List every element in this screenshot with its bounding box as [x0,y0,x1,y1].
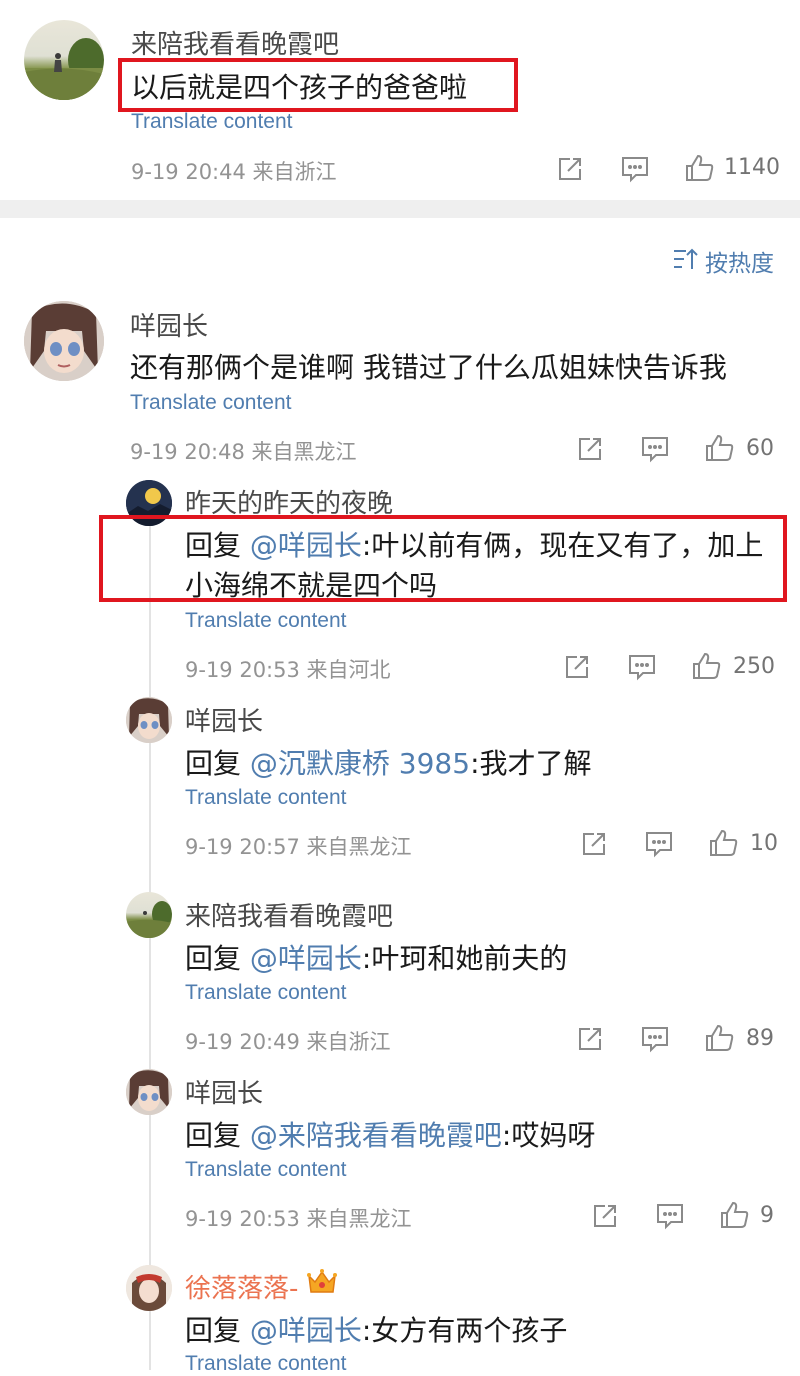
like-icon[interactable] [704,1022,736,1054]
like-icon[interactable] [684,152,716,184]
avatar-anime-icon [126,697,172,743]
crown-icon [306,1266,338,1300]
avatar-landscape-icon [126,901,172,938]
like-icon[interactable] [691,650,723,682]
reply-text: 回复 @咩园长:叶珂和她前夫的 [185,937,567,977]
reply-body: :哎妈呀 [501,1119,596,1152]
like-icon[interactable] [719,1199,751,1231]
reply-author[interactable]: 咩园长 [185,701,263,738]
comment-icon[interactable] [640,1025,670,1053]
share-icon[interactable] [591,1202,619,1230]
reply-prefix: 回复 [185,942,250,975]
comment-icon[interactable] [640,435,670,463]
comment-icon[interactable] [644,830,674,858]
like-count: 10 [750,831,778,856]
translate-link[interactable]: Translate content [185,1158,346,1182]
like-icon[interactable] [704,432,736,464]
comment-author[interactable]: 咩园长 [130,306,208,343]
translate-link[interactable]: Translate content [185,786,346,810]
comment-icon[interactable] [627,653,657,681]
reply-body: :我才了解 [470,747,592,780]
reply-prefix: 回复 [185,1314,250,1347]
reply-text: 回复 @来陪我看看晚霞吧:哎妈呀 [185,1114,595,1154]
reply-body: :叶珂和她前夫的 [361,942,568,975]
avatar-landscape-icon [24,38,104,100]
thread-line [149,520,151,1370]
share-icon[interactable] [556,155,584,183]
mention-link[interactable]: @咩园长 [250,1314,362,1347]
avatar[interactable] [24,20,104,100]
avatar-portrait-icon [126,1265,172,1311]
comment-icon[interactable] [655,1202,685,1230]
reply-meta: 9-19 20:57 来自黑龙江 [185,835,412,859]
like-count: 89 [746,1026,774,1051]
share-icon[interactable] [576,1025,604,1053]
translate-link[interactable]: Translate content [130,391,291,415]
reply-text: :叶以前有俩，现在又有了，加上 [361,529,764,562]
sort-icon[interactable] [672,247,698,271]
comment-meta: 9-19 20:44 来自浙江 [131,160,337,184]
reply-prefix: 回复 [185,1119,250,1152]
mention-link[interactable]: @沉默康桥 3985 [250,747,470,780]
avatar[interactable] [126,892,172,938]
avatar-anime-icon [24,301,104,381]
reply-author[interactable]: 咩园长 [185,1073,263,1110]
reply-text-line-1: 回复 @咩园长:叶以前有俩，现在又有了，加上 [185,524,763,564]
reply-meta: 9-19 20:53 来自黑龙江 [185,1207,412,1231]
reply-author[interactable]: 来陪我看看晚霞吧 [185,896,393,933]
like-count: 60 [746,436,774,461]
translate-link[interactable]: Translate content [131,110,292,134]
reply-text: 回复 @沉默康桥 3985:我才了解 [185,742,592,782]
mention-link[interactable]: @来陪我看看晚霞吧 [250,1119,502,1152]
reply-meta: 9-19 20:49 来自浙江 [185,1030,391,1054]
avatar[interactable] [24,301,104,381]
share-icon[interactable] [576,435,604,463]
comment-icon[interactable] [620,155,650,183]
reply-prefix: 回复 [185,747,250,780]
reply-meta: 9-19 20:53 来自河北 [185,658,391,682]
translate-link[interactable]: Translate content [185,1352,346,1376]
share-icon[interactable] [580,830,608,858]
mention-link[interactable]: @咩园长 [250,942,362,975]
reply-body: :女方有两个孩子 [361,1314,568,1347]
reply-text: 回复 @咩园长:女方有两个孩子 [185,1309,567,1349]
reply-author[interactable]: 徐落落落- [185,1268,298,1305]
like-count: 1140 [724,155,780,180]
comment-text: 还有那俩个是谁啊 我错过了什么瓜姐妹快告诉我 [130,351,727,384]
like-count: 9 [760,1203,774,1228]
like-count: 250 [733,654,775,679]
share-icon[interactable] [563,653,591,681]
avatar[interactable] [126,697,172,743]
like-icon[interactable] [708,827,740,859]
comment-meta: 9-19 20:48 来自黑龙江 [130,440,357,464]
avatar[interactable] [126,1265,172,1311]
comment-author[interactable]: 来陪我看看晚霞吧 [131,24,339,61]
reply-text-line-2: 小海绵不就是四个吗 [185,569,438,602]
mention-link[interactable]: @咩园长 [250,529,362,562]
avatar-anime-icon [126,1069,172,1115]
section-divider [0,200,800,218]
reply-prefix: 回复 [185,529,250,562]
translate-link[interactable]: Translate content [185,981,346,1005]
comment-text: 以后就是四个孩子的爸爸啦 [131,71,468,104]
sort-label[interactable]: 按热度 [705,244,774,278]
avatar[interactable] [126,1069,172,1115]
translate-link[interactable]: Translate content [185,609,346,633]
